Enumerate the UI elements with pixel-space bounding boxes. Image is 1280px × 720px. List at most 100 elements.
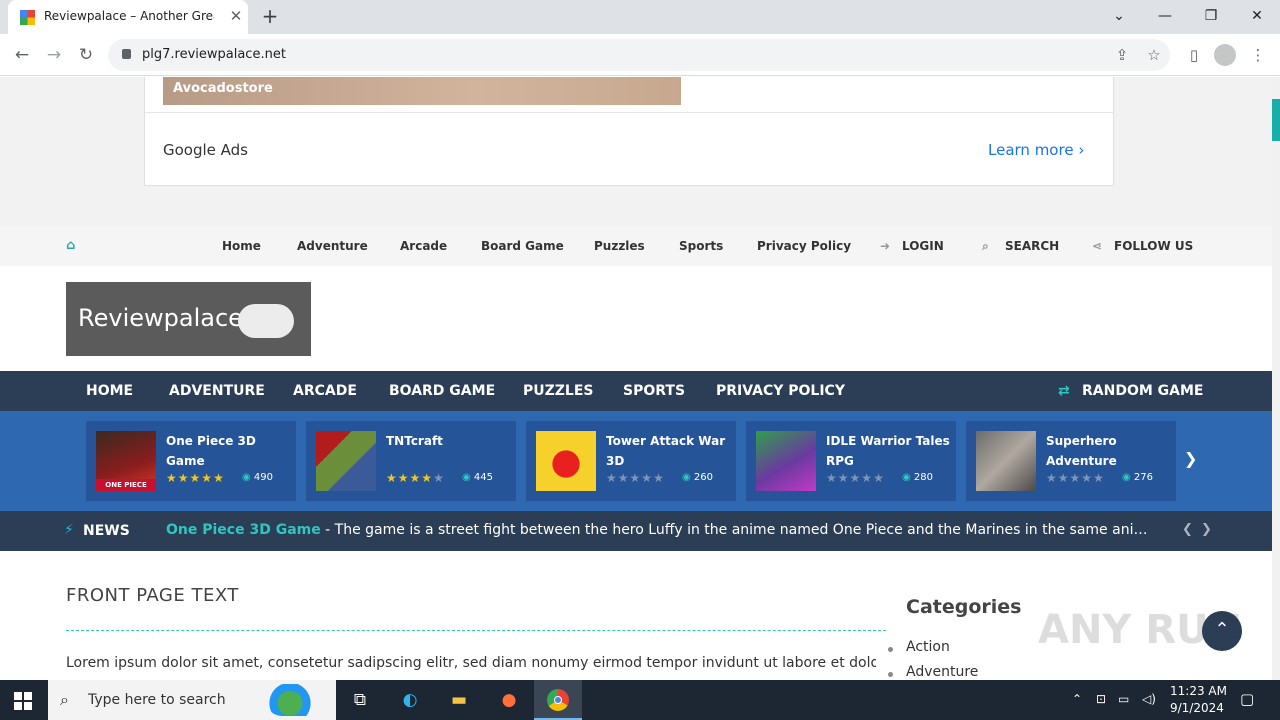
site-favicon-icon <box>20 10 35 25</box>
address-bar[interactable]: plg7.reviewpalace.net ⇪ ☆ <box>108 39 1170 71</box>
scroll-to-top-button[interactable]: ⌃ <box>1202 611 1242 651</box>
category-link[interactable]: Adventure <box>906 664 978 680</box>
restore-button[interactable]: ❐ <box>1196 4 1226 28</box>
game-thumbnail[interactable]: ONE PIECE <box>96 431 156 491</box>
new-tab-button[interactable]: + <box>258 4 282 28</box>
game-thumbnail[interactable] <box>756 431 816 491</box>
news-headline[interactable]: One Piece 3D Game <box>166 522 321 538</box>
game-title[interactable]: One Piece 3D Game <box>166 431 290 471</box>
tab-search-icon[interactable]: ⌄ <box>1104 4 1134 28</box>
top-menu-board-game[interactable]: Board Game <box>481 239 564 253</box>
network-icon[interactable]: ▭ <box>1118 692 1129 706</box>
side-panel-icon[interactable]: ▯ <box>1182 43 1206 67</box>
scrollbar-thumb[interactable] <box>1272 99 1280 141</box>
star-icon: ★ <box>397 471 410 485</box>
game-card[interactable]: Superhero Adventure ★★★★★ ◉ 276 <box>966 421 1176 501</box>
file-explorer-icon[interactable]: ▬ <box>447 688 471 712</box>
view-count-value: 280 <box>913 472 933 483</box>
url-text[interactable]: plg7.reviewpalace.net <box>142 47 286 62</box>
nav-adventure[interactable]: ADVENTURE <box>169 383 265 399</box>
star-icon: ★ <box>421 471 434 485</box>
profile-avatar-icon[interactable] <box>1214 44 1236 66</box>
back-button[interactable]: ← <box>9 43 35 67</box>
windows-start-icon[interactable] <box>14 692 32 710</box>
star-icon: ★ <box>1057 471 1070 485</box>
gamepad-icon <box>238 304 294 338</box>
game-card[interactable]: IDLE Warrior Tales RPG ★★★★★ ◉ 280 <box>746 421 956 501</box>
lock-icon[interactable] <box>122 49 131 59</box>
tray-usb-icon[interactable]: ⊡ <box>1096 692 1106 706</box>
more-menu-icon[interactable]: ⋮ <box>1246 43 1270 67</box>
rating-stars: ★★★★★ <box>606 471 665 485</box>
star-icon: ★ <box>653 471 665 485</box>
learn-more-link[interactable]: Learn more › <box>988 141 1084 159</box>
nav-arcade[interactable]: ARCADE <box>293 383 357 399</box>
top-menu-puzzles[interactable]: Puzzles <box>594 239 645 253</box>
nav-board-game[interactable]: BOARD GAME <box>389 383 495 399</box>
main-nav: HOME ADVENTURE ARCADE BOARD GAME PUZZLES… <box>0 371 1272 411</box>
top-menu-adventure[interactable]: Adventure <box>297 239 368 253</box>
reload-button[interactable]: ↻ <box>73 43 99 67</box>
game-title[interactable]: IDLE Warrior Tales RPG <box>826 431 950 471</box>
game-thumbnail[interactable] <box>316 431 376 491</box>
carousel-next-icon[interactable]: ❯ <box>1184 449 1197 468</box>
random-game-link[interactable]: RANDOM GAME <box>1082 383 1203 399</box>
game-thumbnail[interactable] <box>976 431 1036 491</box>
notifications-icon[interactable]: ▢ <box>1240 690 1254 708</box>
news-prev-icon[interactable]: ❮ <box>1182 522 1193 537</box>
minimize-button[interactable]: — <box>1150 4 1180 28</box>
chrome-taskbar-button[interactable] <box>534 680 582 720</box>
game-card[interactable]: ONE PIECE One Piece 3D Game ★★★★★ ◉ 490 <box>86 421 296 501</box>
game-title[interactable]: TNTcraft <box>386 431 510 451</box>
tray-chevron-icon[interactable]: ⌃ <box>1072 692 1082 706</box>
taskbar-search-input[interactable]: ⌕ Type here to search <box>48 680 336 720</box>
site-logo[interactable]: Reviewpalace <box>66 282 311 356</box>
firefox-icon[interactable]: ● <box>497 688 521 712</box>
view-count: ◉ 445 <box>462 472 493 483</box>
star-icon: ★ <box>606 471 618 485</box>
nav-home[interactable]: HOME <box>86 383 133 399</box>
volume-icon[interactable]: ◁) <box>1142 692 1156 706</box>
ad-divider <box>145 112 1113 113</box>
game-card[interactable]: Tower Attack War 3D ★★★★★ ◉ 260 <box>526 421 736 501</box>
game-card[interactable]: TNTcraft ★★★★★ ◉ 445 <box>306 421 516 501</box>
star-icon: ★ <box>826 471 838 485</box>
follow-us-link[interactable]: FOLLOW US <box>1114 239 1193 253</box>
news-next-icon[interactable]: ❯ <box>1201 522 1212 537</box>
bookmark-star-icon[interactable]: ☆ <box>1142 43 1166 67</box>
page-scrollbar[interactable] <box>1272 77 1280 680</box>
edge-icon[interactable]: ◐ <box>398 688 422 712</box>
task-view-icon[interactable]: ⧉ <box>348 688 372 712</box>
news-ticker: ⚡ NEWS One Piece 3D Game - The game is a… <box>0 511 1272 551</box>
ad-image[interactable]: Avocadostore <box>163 77 681 105</box>
nav-puzzles[interactable]: PUZZLES <box>523 383 594 399</box>
home-icon[interactable]: ⌂ <box>66 238 75 253</box>
nav-privacy-policy[interactable]: PRIVACY POLICY <box>716 383 845 399</box>
news-item[interactable]: One Piece 3D Game - The game is a street… <box>166 522 1156 538</box>
search-link[interactable]: SEARCH <box>1005 239 1059 253</box>
browser-tab[interactable]: Reviewpalace – Another Great O ✕ <box>8 0 248 34</box>
game-thumbnail[interactable] <box>536 431 596 491</box>
view-count: ◉ 276 <box>1122 472 1153 483</box>
login-link[interactable]: LOGIN <box>902 239 944 253</box>
section-title: FRONT PAGE TEXT <box>66 585 239 606</box>
top-menu-home[interactable]: Home <box>222 239 261 253</box>
shuffle-icon: ⇄ <box>1058 383 1070 399</box>
close-window-button[interactable]: ✕ <box>1242 4 1272 28</box>
nav-sports[interactable]: SPORTS <box>623 383 685 399</box>
section-body: Lorem ipsum dolor sit amet, consetetur s… <box>66 655 876 671</box>
google-ad-box[interactable]: Avocadostore Google Ads Learn more › <box>144 77 1114 186</box>
game-title[interactable]: Superhero Adventure <box>1046 431 1170 471</box>
top-menu-arcade[interactable]: Arcade <box>400 239 447 253</box>
rating-stars: ★★★★★ <box>1046 471 1105 485</box>
tab-close-icon[interactable]: ✕ <box>226 6 246 26</box>
game-title[interactable]: Tower Attack War 3D <box>606 431 730 471</box>
top-menu-sports[interactable]: Sports <box>679 239 723 253</box>
share-icon[interactable]: ⇪ <box>1110 43 1134 67</box>
category-link[interactable]: Action <box>906 639 950 655</box>
clock-date[interactable]: 9/1/2024 <box>1170 701 1224 715</box>
clock-time[interactable]: 11:23 AM <box>1170 684 1227 698</box>
rating-stars: ★★★★★ <box>826 471 885 485</box>
forward-button[interactable]: → <box>41 43 67 67</box>
top-menu-privacy-policy[interactable]: Privacy Policy <box>757 239 851 253</box>
